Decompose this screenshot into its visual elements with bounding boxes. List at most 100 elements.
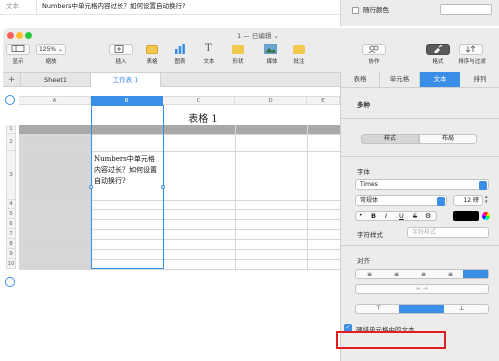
text-options-icon[interactable]: •	[359, 211, 363, 221]
tab-table[interactable]: 表格	[341, 72, 380, 87]
tab-cell[interactable]: 单元格	[380, 72, 420, 87]
column-header-a[interactable]: A	[19, 96, 91, 105]
format-button[interactable]	[426, 44, 450, 55]
align-auto-button[interactable]	[463, 270, 488, 278]
row-header-6[interactable]: 6	[6, 219, 16, 229]
column-header-e[interactable]: E	[307, 96, 340, 105]
row-color-checkbox[interactable]	[352, 7, 359, 14]
color-wheel-icon[interactable]	[482, 212, 490, 220]
zoom-label: 缩放	[45, 59, 57, 65]
text-color-well[interactable]	[453, 211, 479, 221]
align-top-icon[interactable]: ⊤	[376, 305, 381, 312]
grid-line	[235, 125, 236, 269]
header-row	[19, 125, 340, 134]
underline-button[interactable]: U	[399, 211, 404, 221]
row-header-7[interactable]: 7	[6, 229, 16, 239]
tab-sheet1[interactable]: Sheet1	[21, 73, 91, 87]
column-b-selection	[91, 105, 164, 269]
chart-icon[interactable]	[174, 44, 186, 54]
view-label: 显示	[12, 59, 24, 65]
tab-arrange[interactable]: 排列	[460, 72, 499, 87]
indent-group[interactable]: ⇤ ⇥	[355, 284, 489, 294]
alignment-label: 对齐	[357, 257, 370, 265]
font-size-stepper[interactable]: ▴ ▾	[485, 195, 490, 206]
row-header-8[interactable]: 8	[6, 239, 16, 249]
tab-text[interactable]: 文本	[420, 72, 460, 87]
style-segment[interactable]: 样式	[361, 134, 419, 144]
collaborate-label: 协作	[368, 59, 380, 65]
highlight-box	[336, 331, 446, 349]
row-header-2[interactable]: 2	[6, 134, 16, 151]
row-header-9[interactable]: 9	[6, 249, 16, 259]
comment-icon[interactable]	[293, 45, 305, 54]
align-bottom-icon[interactable]: ⊥	[459, 305, 464, 312]
divider	[341, 156, 499, 157]
column-header-b[interactable]: B	[91, 96, 163, 105]
shape-label: 形状	[232, 59, 244, 65]
title-bar: 1 — 已编辑 ⌄	[3, 28, 499, 42]
bold-button[interactable]: B	[371, 211, 376, 221]
layout-segment[interactable]: 布局	[419, 134, 477, 144]
align-left-icon[interactable]: ≡	[367, 271, 372, 278]
table-title[interactable]: 表格 1	[153, 110, 253, 125]
sidebar-icon	[11, 45, 25, 52]
resize-handle[interactable]	[89, 185, 93, 189]
text-label: 文本	[203, 59, 215, 65]
text-icon[interactable]: T	[205, 43, 212, 54]
view-button[interactable]	[6, 44, 30, 55]
row-header-5[interactable]: 5	[6, 209, 16, 219]
zoom-window-button[interactable]	[25, 32, 32, 39]
zoom-select[interactable]: 125% ⌄	[36, 44, 66, 55]
italic-button[interactable]: I	[385, 211, 387, 221]
color-swatch[interactable]	[440, 4, 492, 15]
close-window-button[interactable]	[7, 32, 14, 39]
divider	[341, 87, 499, 88]
font-name-select[interactable]: Times	[355, 179, 489, 190]
add-row-handle[interactable]	[5, 277, 15, 287]
grid-line	[19, 219, 340, 220]
add-sheet-button[interactable]: +	[3, 73, 21, 87]
insert-button[interactable]	[109, 44, 133, 55]
paragraph-style-value[interactable]: 多种	[357, 99, 370, 109]
strikethrough-button[interactable]: S	[413, 211, 417, 221]
align-center-icon[interactable]: ≡	[394, 271, 399, 278]
grid-line	[36, 0, 37, 14]
collaborate-button[interactable]	[362, 44, 386, 55]
select-table-handle[interactable]	[5, 95, 15, 105]
align-right-icon[interactable]: ≡	[421, 271, 426, 278]
grid-line	[19, 209, 340, 210]
table-icon[interactable]	[146, 45, 158, 54]
divider	[341, 118, 499, 119]
minimize-window-button[interactable]	[16, 32, 23, 39]
sort-icon	[465, 45, 476, 53]
format-inspector: 表格 单元格 文本 排列 多种 样式 布局 字体 Times 常规体 12 磅 …	[340, 72, 499, 361]
column-header-d[interactable]: D	[235, 96, 307, 105]
cell-b3[interactable]: Numbers中单元格内容过长？如何设置自动换行?	[94, 154, 160, 187]
row-header-3[interactable]: 3	[6, 151, 16, 200]
row-header-10[interactable]: 10	[6, 259, 16, 269]
grid-line	[19, 134, 340, 135]
resize-handle[interactable]	[161, 185, 165, 189]
align-justify-icon[interactable]: ≡	[448, 271, 453, 278]
char-style-select[interactable]: 字符样式	[407, 227, 489, 238]
align-middle-button[interactable]	[399, 305, 444, 313]
cell-label: 文本	[6, 2, 19, 10]
row-header-4[interactable]: 4	[6, 200, 16, 209]
grid-line	[19, 200, 340, 201]
collaborate-icon	[368, 45, 379, 54]
grid-line	[19, 259, 340, 260]
gear-icon[interactable]: ⚙	[425, 211, 431, 221]
row-header-1[interactable]: 1	[6, 125, 16, 134]
sort-filter-button[interactable]	[459, 44, 483, 55]
chevron-down-icon	[479, 181, 487, 190]
column-header-c[interactable]: C	[163, 96, 235, 105]
font-size-field[interactable]: 12 磅	[453, 195, 483, 206]
media-icon[interactable]	[264, 44, 278, 54]
tab-table1[interactable]: 工作表 1	[91, 73, 161, 87]
font-style-select[interactable]: 常规体	[355, 195, 447, 206]
table-label: 表格	[146, 59, 158, 65]
shape-icon[interactable]	[232, 45, 244, 54]
paintbrush-icon	[434, 44, 443, 54]
comment-label: 批注	[293, 59, 305, 65]
grid-line	[19, 151, 340, 152]
